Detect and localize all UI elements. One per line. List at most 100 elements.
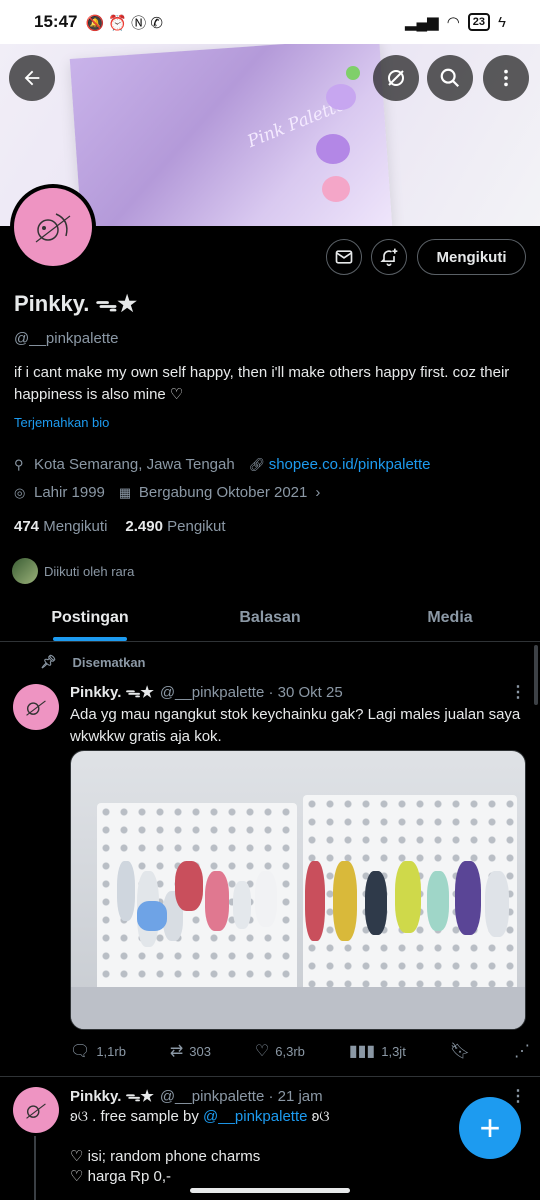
post-text-line: ♡ isi; random phone charms — [70, 1148, 261, 1165]
post-header: Pinkky. ᯓ★ @__pinkpalette · 30 Okt 25 — [70, 682, 343, 702]
avatar-drawing-icon — [35, 213, 71, 243]
wifi-icon: ◠ — [446, 14, 460, 31]
keychain — [175, 861, 203, 911]
profile-meta-row-2: ◎ Lahir 1999 ▦ Bergabung Oktober 2021 › — [14, 484, 320, 501]
tab-posts[interactable]: Postingan — [0, 594, 180, 641]
keychain — [305, 861, 325, 941]
post-author-name[interactable]: Pinkky. ᯓ★ — [70, 682, 154, 702]
follow-counts: 474 Mengikuti 2.490 Pengikut — [14, 518, 226, 535]
view-count: 1,3jt — [381, 1043, 406, 1059]
charm-decoration — [322, 176, 350, 202]
views-button[interactable]: ▮▮▮ 1,3jt — [349, 1041, 406, 1061]
profile-birth: Lahir 1999 — [34, 484, 105, 501]
post-actions: 🗨︎ 1,1rb ⇄ 303 ♡ 6,3rb ▮▮▮ 1,3jt 🔖︎ ⋰ — [70, 1041, 530, 1061]
charm-decoration — [316, 134, 350, 164]
post-image[interactable] — [70, 750, 526, 1030]
clock: 15:47 — [34, 12, 78, 31]
like-button[interactable]: ♡ 6,3rb — [255, 1041, 305, 1061]
keychain — [205, 871, 229, 931]
keychain — [485, 871, 509, 937]
profile-meta-row-1: ⚲ Kota Semarang, Jawa Tengah 🔗︎ shopee.c… — [14, 456, 431, 473]
bookmark-icon: 🔖︎ — [449, 1043, 471, 1060]
avatar-drawing-icon — [26, 700, 46, 716]
like-count: 6,3rb — [275, 1043, 305, 1059]
following-button[interactable]: Mengikuti — [417, 239, 526, 275]
follower-avatar — [12, 558, 38, 584]
location-icon: ⚲ — [14, 456, 24, 472]
chevron-right-icon[interactable]: › — [315, 484, 320, 501]
reply-count: 1,1rb — [96, 1043, 126, 1059]
mail-icon — [335, 250, 353, 264]
profile-bio: if i cant make my own self happy, then i… — [14, 364, 510, 403]
share-button[interactable]: ⋰ — [514, 1041, 530, 1061]
notify-button[interactable] — [371, 239, 407, 275]
profile-avatar[interactable] — [10, 184, 96, 270]
compose-button[interactable]: + — [459, 1097, 521, 1159]
repost-count: 303 — [189, 1043, 211, 1059]
profile-handle: @__pinkpalette — [14, 330, 119, 347]
search-button[interactable] — [427, 55, 473, 101]
signal-icon: ▂▄▆ — [405, 14, 439, 31]
mention-link[interactable]: @__pinkpalette — [203, 1108, 307, 1125]
post-avatar[interactable] — [13, 684, 59, 730]
charging-icon: ϟ — [498, 13, 506, 31]
keychain — [233, 881, 251, 929]
keychain — [117, 861, 135, 921]
keychain — [427, 871, 449, 931]
notification-icons: 🔕 ⏰ Ⓝ ✆ — [85, 14, 163, 32]
status-bar: 15:47 🔕 ⏰ Ⓝ ✆ ▂▄▆ ◠ 23 ϟ — [0, 0, 540, 44]
link-icon: 🔗︎ — [248, 456, 266, 472]
followers-count: 2.490 — [125, 518, 163, 535]
followers-count-link[interactable]: 2.490 Pengikut — [125, 518, 225, 535]
message-button[interactable] — [326, 239, 362, 275]
pinned-label: Disematkan — [72, 654, 146, 670]
back-button[interactable] — [9, 55, 55, 101]
birthday-icon: ◎ — [14, 484, 26, 500]
keychain — [137, 901, 167, 931]
keychain — [333, 861, 357, 941]
profile-website-link[interactable]: shopee.co.id/pinkpalette — [269, 456, 431, 473]
bookmark-button[interactable]: 🔖︎ — [450, 1041, 470, 1061]
views-icon: ▮▮▮ — [348, 1043, 376, 1060]
post-text: Ada yg mau ngangkut stok keychainku gak?… — [70, 706, 521, 745]
reply-button[interactable]: 🗨︎ 1,1rb — [70, 1041, 126, 1061]
charm-decoration — [326, 84, 356, 110]
share-icon: ⋰ — [513, 1043, 530, 1060]
plus-icon: + — [479, 1107, 501, 1148]
avatar-drawing-icon — [26, 1103, 46, 1119]
post-text-prefix: ʚଓ . free sample by — [70, 1108, 203, 1125]
followed-by[interactable]: Diikuti oleh rara — [12, 558, 134, 584]
post-more-icon[interactable]: ⋮ — [510, 1086, 526, 1106]
keychain — [395, 861, 421, 933]
profile-name: Pinkky. ᯓ★ — [14, 291, 137, 316]
heart-icon: ♡ — [254, 1043, 270, 1060]
post-meta: @__pinkpalette · 30 Okt 25 — [159, 683, 343, 701]
thread-line — [34, 1136, 36, 1200]
profile-tabs: Postingan Balasan Media — [0, 594, 540, 642]
hide-icon — [388, 70, 404, 86]
more-button[interactable] — [483, 55, 529, 101]
repost-icon: ⇄ — [169, 1043, 184, 1060]
battery-indicator: 23 — [467, 13, 491, 31]
pinned-indicator: 📌︎ Disematkan — [40, 654, 146, 670]
post-text-line: ♡ harga Rp 0,- — [70, 1168, 171, 1184]
post-avatar[interactable] — [13, 1087, 59, 1133]
keychain — [455, 861, 481, 935]
post-more-icon[interactable]: ⋮ — [510, 682, 526, 702]
post-header: Pinkky. ᯓ★ @__pinkpalette · 21 jam — [70, 1086, 323, 1106]
scrollbar[interactable] — [534, 645, 538, 705]
following-count-link[interactable]: 474 Mengikuti — [14, 518, 107, 535]
bell-plus-icon — [380, 248, 398, 267]
keychain — [255, 871, 277, 927]
followers-label: Pengikut — [167, 518, 226, 535]
tab-media[interactable]: Media — [360, 594, 540, 641]
post-author-name[interactable]: Pinkky. ᯓ★ — [70, 1086, 154, 1106]
translate-bio-link[interactable]: Terjemahkan bio — [14, 415, 109, 430]
tab-replies[interactable]: Balasan — [180, 594, 360, 641]
hide-button[interactable] — [373, 55, 419, 101]
home-indicator[interactable] — [190, 1188, 350, 1193]
repost-button[interactable]: ⇄ 303 — [170, 1041, 211, 1061]
reply-icon: 🗨︎ — [70, 1043, 91, 1060]
storage-tray — [71, 987, 525, 1029]
back-arrow-icon — [24, 70, 40, 86]
